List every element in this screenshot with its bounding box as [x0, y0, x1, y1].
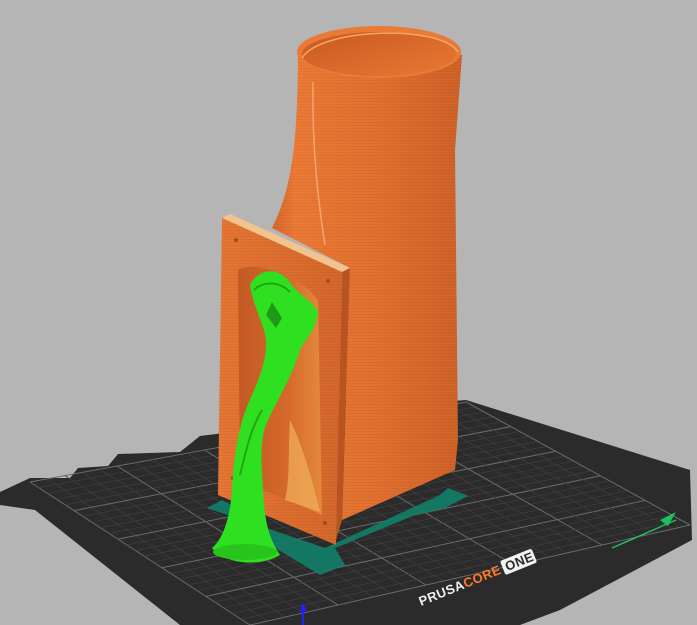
panel-hole [323, 521, 327, 525]
panel-hole [326, 279, 330, 283]
panel-hole [234, 238, 238, 242]
support-base [213, 544, 277, 560]
3d-viewport[interactable]: PRUSA CORE ONE [0, 0, 697, 625]
